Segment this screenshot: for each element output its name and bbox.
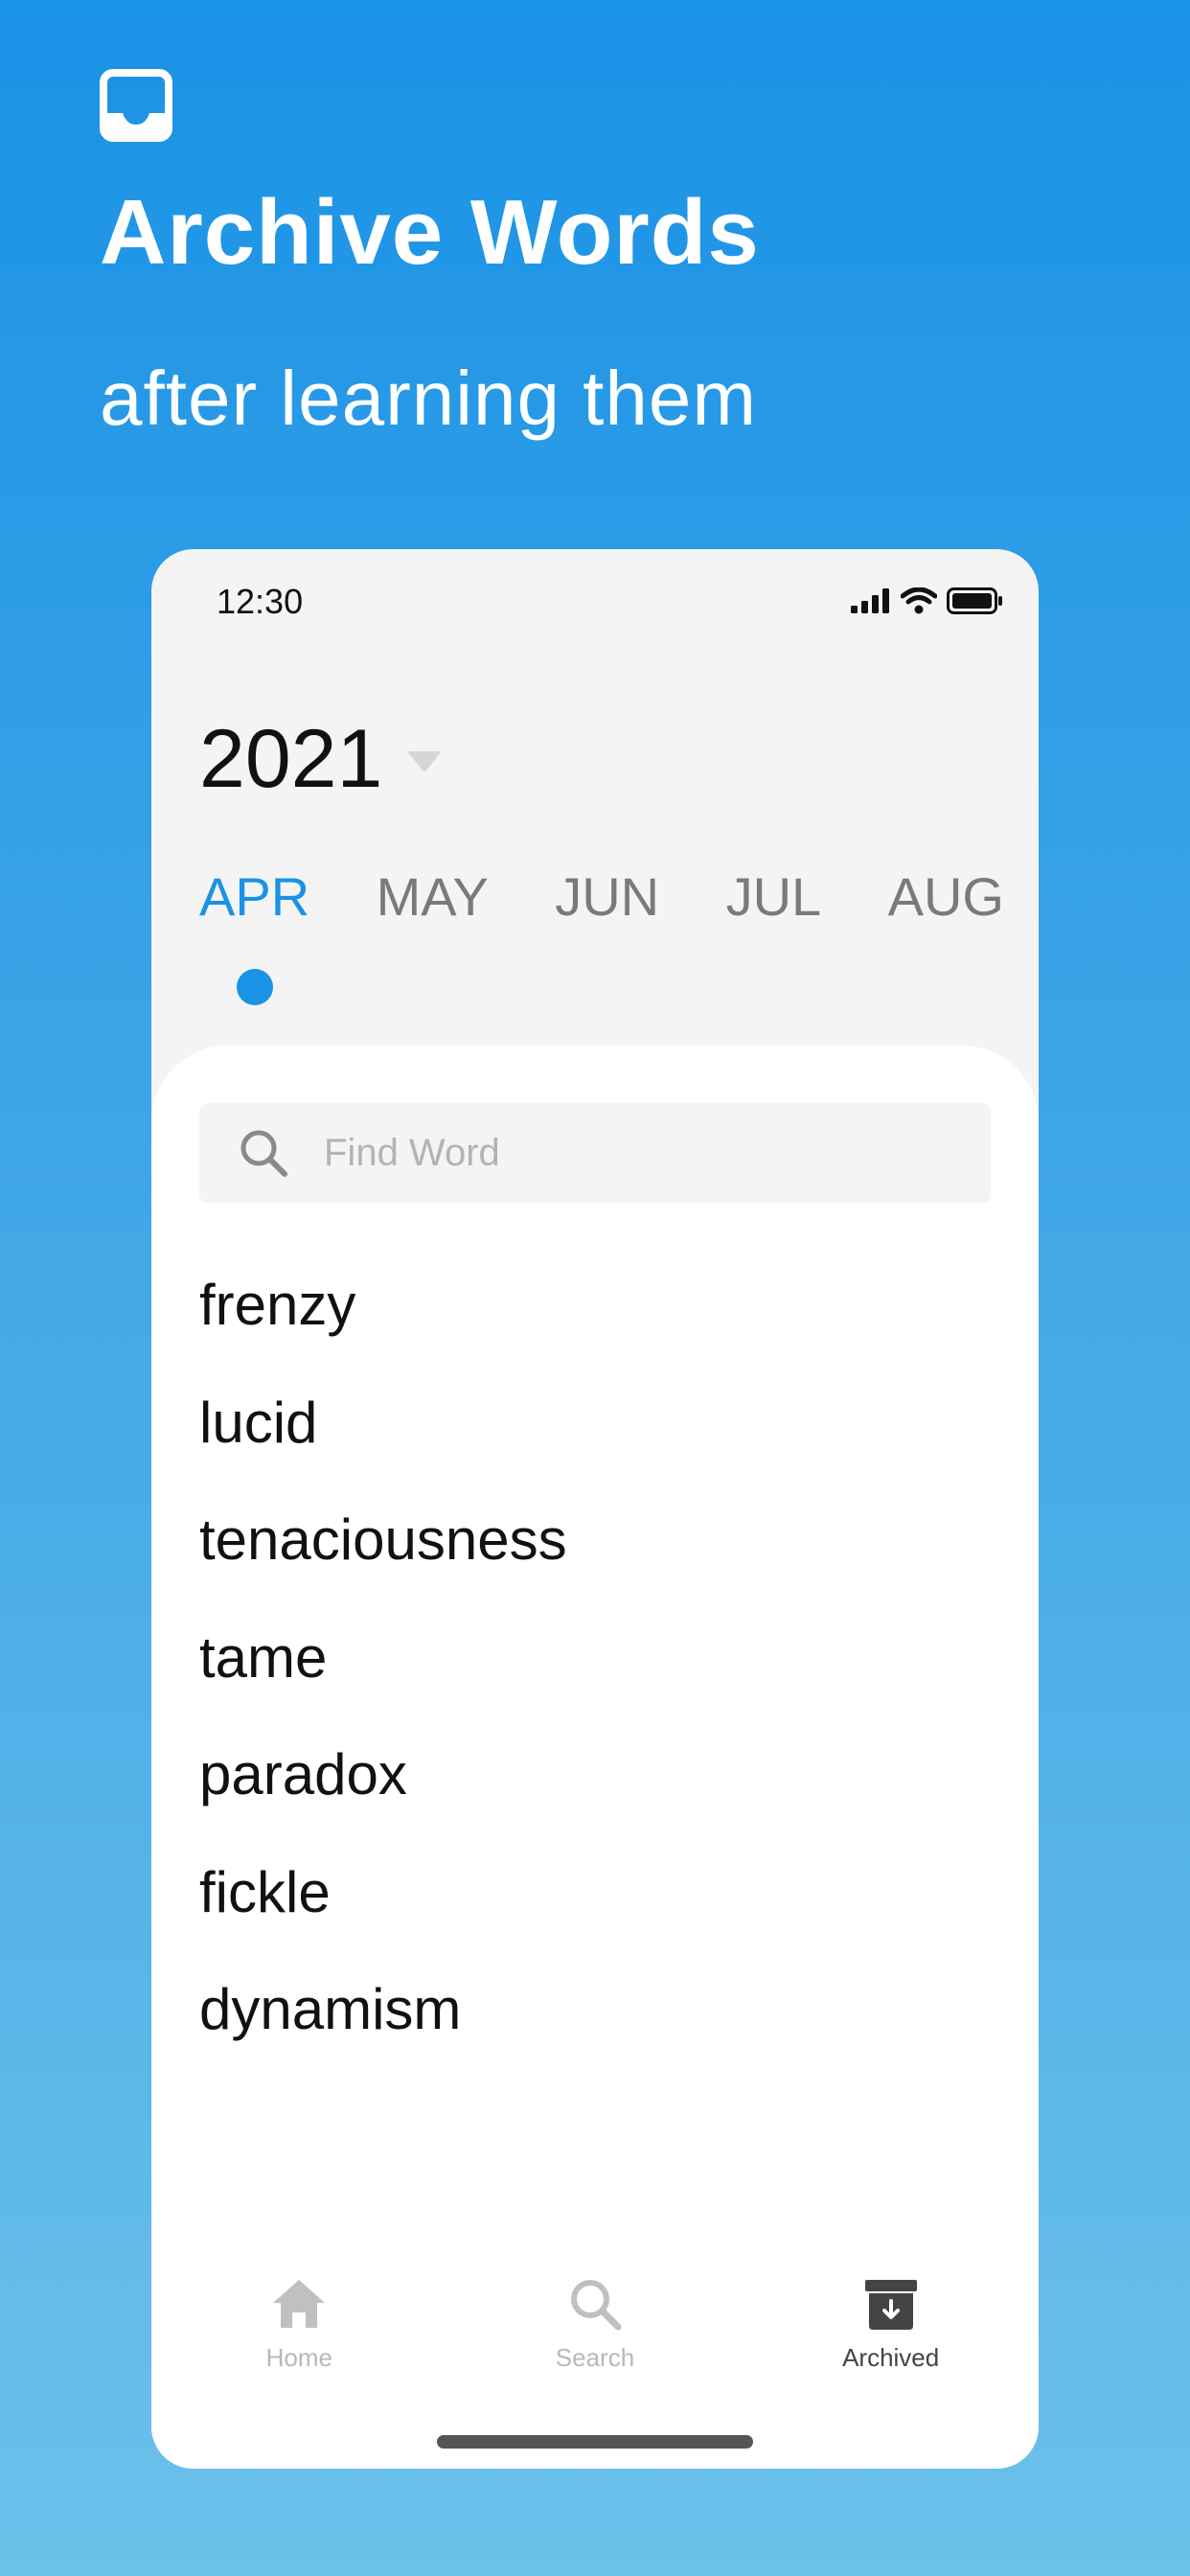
word-item[interactable]: dynamism xyxy=(199,1951,567,2069)
phone-screen: 12:30 2021 APR MAY JUN JUL AUG Find Word… xyxy=(151,549,1039,2469)
year-label: 2021 xyxy=(199,713,383,805)
caret-down-icon xyxy=(407,750,443,772)
status-icons xyxy=(851,587,1004,614)
word-list-card: frenzy lucid tenaciousness tame paradox … xyxy=(151,1046,1039,2469)
month-label: JUL xyxy=(725,866,822,927)
promo-subtitle: after learning them xyxy=(100,356,758,441)
month-tabs: APR MAY JUN JUL AUG xyxy=(199,865,1004,1005)
tab-home[interactable]: Home xyxy=(203,2274,395,2380)
promo-title: Archive Words xyxy=(100,181,760,284)
search-icon xyxy=(570,2280,622,2331)
month-tab-aug[interactable]: AUG xyxy=(888,865,1004,928)
year-selector[interactable]: 2021 xyxy=(199,712,443,807)
month-tab-apr[interactable]: APR xyxy=(199,865,310,1005)
home-indicator xyxy=(437,2435,753,2449)
word-item[interactable]: tenaciousness xyxy=(199,1482,567,1599)
month-label: AUG xyxy=(887,866,1004,927)
tab-label: Home xyxy=(265,2343,332,2372)
word-item[interactable]: frenzy xyxy=(199,1247,567,1365)
selected-month-indicator xyxy=(236,969,273,1005)
tab-search[interactable]: Search xyxy=(499,2274,691,2380)
word-item[interactable]: tame xyxy=(199,1599,567,1717)
month-label: APR xyxy=(199,866,310,927)
bottom-tab-bar: Home Search Archived xyxy=(151,2274,1039,2380)
word-list: frenzy lucid tenaciousness tame paradox … xyxy=(199,1247,567,2069)
word-item[interactable]: lucid xyxy=(199,1365,567,1483)
archive-box-icon xyxy=(864,2280,917,2330)
tab-archived[interactable]: Archived xyxy=(795,2274,987,2380)
wifi-icon xyxy=(901,587,937,614)
word-item[interactable]: fickle xyxy=(199,1834,567,1952)
search-bar[interactable] xyxy=(199,1103,991,1203)
month-tab-jul[interactable]: JUL xyxy=(726,865,822,928)
battery-icon xyxy=(947,587,1002,614)
month-label: MAY xyxy=(376,866,489,927)
word-item[interactable]: paradox xyxy=(199,1716,567,1834)
inbox-tray-icon xyxy=(100,69,172,142)
month-tab-may[interactable]: MAY xyxy=(377,865,489,928)
search-icon xyxy=(240,1130,287,1177)
status-time: 12:30 xyxy=(217,582,304,621)
search-input[interactable] xyxy=(322,1130,939,1176)
month-tab-jun[interactable]: JUN xyxy=(555,865,659,928)
tab-label: Search xyxy=(555,2343,635,2372)
tab-label: Archived xyxy=(842,2343,940,2372)
month-label: JUN xyxy=(555,866,660,927)
signal-icon xyxy=(851,588,889,613)
home-icon xyxy=(273,2280,326,2328)
